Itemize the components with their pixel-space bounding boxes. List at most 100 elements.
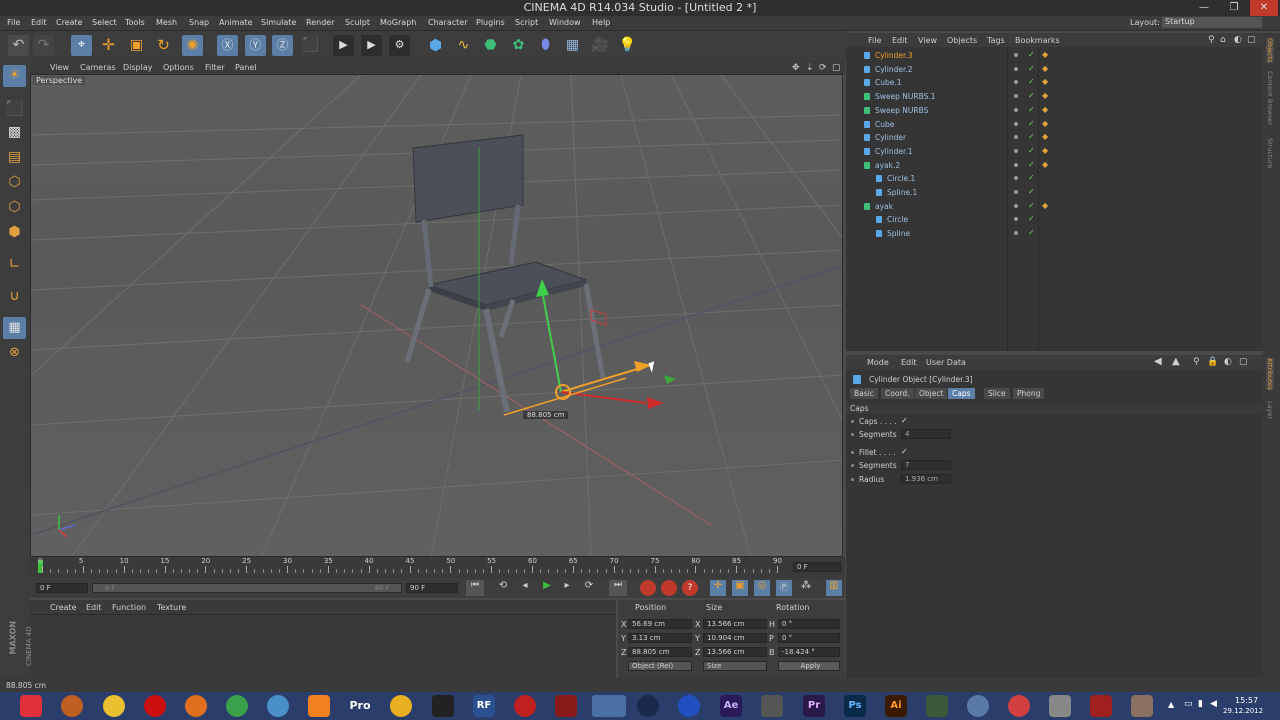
tab-caps[interactable]: Caps bbox=[948, 388, 975, 399]
object-row[interactable]: Cylinder.1 ✓ ◆ bbox=[846, 146, 1263, 159]
attr-checkbox[interactable]: ✓ bbox=[901, 416, 908, 425]
attr-value-field[interactable]: 4 bbox=[901, 429, 951, 439]
apply-button[interactable]: Apply bbox=[778, 661, 840, 671]
enabled-check-icon[interactable]: ✓ bbox=[1028, 146, 1035, 155]
attr-back-icon[interactable]: ◀ bbox=[1154, 356, 1162, 367]
native-instruments-icon[interactable] bbox=[432, 695, 454, 717]
model-mode-icon[interactable]: ⬛ bbox=[3, 98, 26, 120]
object-name[interactable]: Circle bbox=[887, 215, 908, 224]
enabled-check-icon[interactable]: ✓ bbox=[1028, 64, 1035, 73]
object-row[interactable]: ayak ✓ ◆ bbox=[846, 201, 1263, 214]
illustrator-icon[interactable]: Ai bbox=[885, 695, 907, 717]
visibility-dot-icon[interactable] bbox=[1014, 176, 1018, 181]
menu-window[interactable]: Window bbox=[549, 18, 581, 27]
menu-animate[interactable]: Animate bbox=[219, 18, 253, 27]
network-icon[interactable] bbox=[267, 695, 289, 717]
object-name[interactable]: Sweep NURBS bbox=[875, 106, 928, 115]
menu-create[interactable]: Create bbox=[56, 18, 83, 27]
pro-app-icon[interactable]: Pro bbox=[349, 695, 371, 717]
enabled-check-icon[interactable]: ✓ bbox=[1028, 228, 1035, 237]
ascii-app-icon[interactable] bbox=[514, 695, 536, 717]
keyframe-selection-icon[interactable]: ? bbox=[682, 580, 698, 596]
object-row[interactable]: ayak.2 ✓ ◆ bbox=[846, 160, 1263, 173]
firefox-icon[interactable] bbox=[185, 695, 207, 717]
size-mode-select[interactable]: Size bbox=[703, 661, 767, 671]
tab-object[interactable]: Object bbox=[915, 388, 948, 399]
cube-primitive-icon[interactable]: ⬢ bbox=[425, 35, 446, 56]
side-tab-attributes[interactable]: Attributes bbox=[1266, 358, 1274, 391]
visibility-dot-icon[interactable] bbox=[1014, 162, 1018, 167]
z-axis-lock-icon[interactable]: Ⓩ bbox=[272, 35, 293, 56]
om-new-window-icon[interactable]: ▢ bbox=[1247, 35, 1256, 45]
om-menu-tags[interactable]: Tags bbox=[987, 36, 1005, 45]
go-to-start-icon[interactable]: ⏮ bbox=[466, 580, 484, 596]
end-frame-field[interactable]: 90 F bbox=[406, 583, 458, 593]
attr-settings-icon[interactable]: ◐ bbox=[1224, 357, 1232, 367]
visibility-dot-icon[interactable] bbox=[1014, 94, 1018, 99]
object-row[interactable]: Cylinder ✓ ◆ bbox=[846, 132, 1263, 145]
visibility-dot-icon[interactable] bbox=[1014, 107, 1018, 112]
enabled-check-icon[interactable]: ✓ bbox=[1028, 187, 1035, 196]
object-row[interactable]: Spline.1 ✓ bbox=[846, 187, 1263, 200]
menu-mograph[interactable]: MoGraph bbox=[380, 18, 416, 27]
attr-animate-dot-icon[interactable] bbox=[851, 451, 854, 454]
phong-tag-icon[interactable]: ◆ bbox=[1042, 64, 1048, 73]
enabled-check-icon[interactable]: ✓ bbox=[1028, 50, 1035, 59]
rf-app-icon[interactable]: RF bbox=[473, 695, 495, 717]
object-name[interactable]: Cylinder.3 bbox=[875, 51, 913, 60]
record-parameter-icon[interactable]: Ⓟ bbox=[776, 580, 792, 596]
record-position-icon[interactable]: ✛ bbox=[710, 580, 726, 596]
om-menu-bookmarks[interactable]: Bookmarks bbox=[1015, 36, 1060, 45]
enabled-check-icon[interactable]: ✓ bbox=[1028, 160, 1035, 169]
object-name[interactable]: Spline.1 bbox=[887, 188, 917, 197]
redo-icon[interactable]: ↷ bbox=[33, 35, 54, 56]
render-picture-viewer-icon[interactable]: ▶ bbox=[361, 35, 382, 56]
phong-tag-icon[interactable]: ◆ bbox=[1042, 119, 1048, 128]
visibility-dot-icon[interactable] bbox=[1014, 217, 1018, 222]
om-menu-objects[interactable]: Objects bbox=[947, 36, 977, 45]
texture-mode-icon[interactable]: ▩ bbox=[3, 122, 26, 144]
attr-menu-mode[interactable]: Mode bbox=[867, 358, 889, 367]
enabled-check-icon[interactable]: ✓ bbox=[1028, 105, 1035, 114]
racing-game-icon[interactable] bbox=[1090, 695, 1112, 717]
phong-tag-icon[interactable]: ◆ bbox=[1042, 201, 1048, 210]
enabled-check-icon[interactable]: ✓ bbox=[1028, 173, 1035, 182]
current-frame-field[interactable]: 0 F bbox=[793, 562, 841, 572]
phong-tag-icon[interactable]: ◆ bbox=[1042, 77, 1048, 86]
nurbs-icon[interactable]: ⬣ bbox=[480, 35, 501, 56]
sync-app-icon[interactable] bbox=[1008, 695, 1030, 717]
visibility-dot-icon[interactable] bbox=[1014, 190, 1018, 194]
deformer-icon[interactable]: ⬮ bbox=[535, 35, 556, 56]
object-row[interactable]: Cylinder.3 ✓ ◆ bbox=[846, 50, 1263, 63]
render-view-icon[interactable]: ▶ bbox=[333, 35, 354, 56]
object-row[interactable]: Cylinder.2 ✓ ◆ bbox=[846, 64, 1263, 77]
visibility-dot-icon[interactable] bbox=[1014, 148, 1018, 153]
menu-render[interactable]: Render bbox=[306, 18, 334, 27]
points-mode-icon[interactable]: ⬡ bbox=[3, 172, 26, 194]
menu-character[interactable]: Character bbox=[428, 18, 468, 27]
position-z-field[interactable]: 88.805 cm bbox=[628, 647, 692, 657]
utorrent-icon[interactable] bbox=[226, 695, 248, 717]
phong-tag-icon[interactable]: ◆ bbox=[1042, 146, 1048, 155]
attr-value-field[interactable]: 1.936 cm bbox=[901, 474, 951, 484]
x-axis-lock-icon[interactable]: Ⓧ bbox=[217, 35, 238, 56]
object-name[interactable]: Sweep NURBS.1 bbox=[875, 92, 936, 101]
opera-icon[interactable] bbox=[144, 695, 166, 717]
tab-phong[interactable]: Phong bbox=[1013, 388, 1045, 399]
tray-volume-icon[interactable]: ◀ bbox=[1210, 699, 1217, 709]
start-frame-field[interactable]: 0 F bbox=[36, 583, 88, 593]
menu-edit[interactable]: Edit bbox=[31, 18, 47, 27]
material-menu-edit[interactable]: Edit bbox=[86, 603, 102, 612]
object-name[interactable]: Cylinder.2 bbox=[875, 65, 913, 74]
close-icon[interactable]: ✕ bbox=[1250, 0, 1278, 16]
preview-range-slider[interactable]: 0 F 90 F bbox=[92, 583, 402, 593]
record-active-objects-icon[interactable] bbox=[640, 580, 656, 596]
side-tab-content-browser[interactable]: Content Browser bbox=[1266, 71, 1274, 125]
om-menu-view[interactable]: View bbox=[918, 36, 937, 45]
object-row[interactable]: Circle.1 ✓ bbox=[846, 173, 1263, 186]
c4d-r13-icon[interactable] bbox=[637, 695, 659, 717]
visibility-dot-icon[interactable] bbox=[1014, 231, 1018, 236]
visibility-dot-icon[interactable] bbox=[1014, 203, 1018, 208]
timeline-layout-icon[interactable]: ▥ bbox=[826, 580, 842, 596]
record-rotation-icon[interactable]: ◎ bbox=[754, 580, 770, 596]
